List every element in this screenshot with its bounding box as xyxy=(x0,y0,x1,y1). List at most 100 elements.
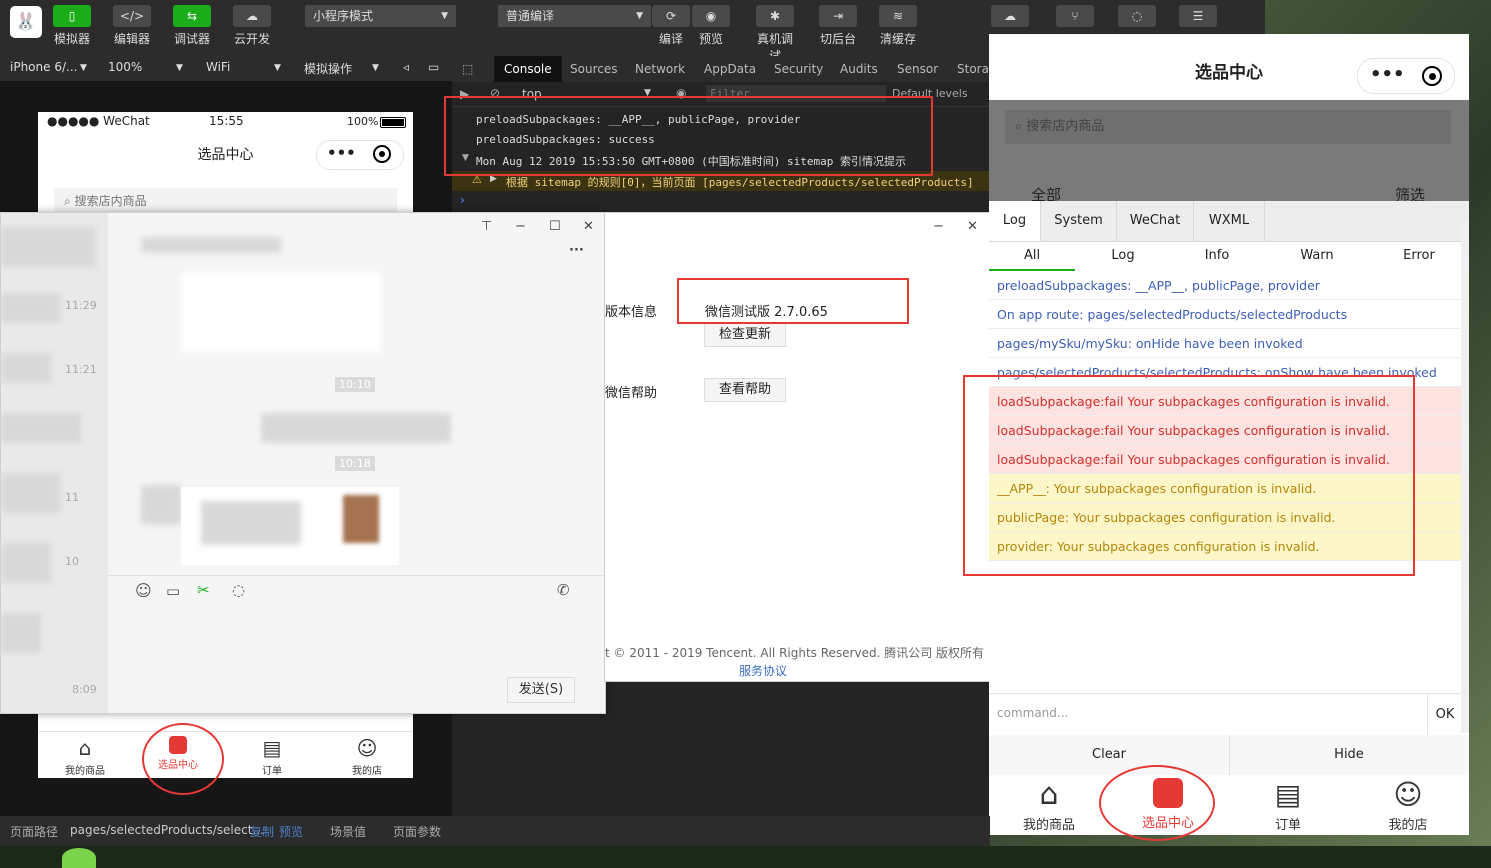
close-circle-icon[interactable] xyxy=(1422,66,1442,86)
scissors-icon[interactable]: ✂ xyxy=(197,581,210,599)
capsule-menu[interactable]: ••• xyxy=(1357,58,1455,94)
tab-sensor[interactable]: Sensor xyxy=(897,62,938,76)
folder-icon[interactable]: ▭ xyxy=(166,582,180,600)
check-update-button[interactable]: 检查更新 xyxy=(704,323,786,347)
upload-button[interactable]: ☁ xyxy=(990,5,1030,30)
chevron-down-icon: ▼ xyxy=(372,63,379,73)
cloud-button[interactable]: ☁ 云开发 xyxy=(232,5,272,47)
clipboard-icon: ▤ xyxy=(1274,778,1302,811)
tab-orders[interactable]: ▤ 订单 xyxy=(243,736,301,777)
device-select[interactable]: iPhone 6/... xyxy=(10,60,77,74)
highlight-ellipse-left xyxy=(142,723,224,795)
log-row: pages/mySku/mySku: onHide have been invo… xyxy=(989,329,1461,358)
tab-my-store[interactable]: ☺ 我的店 xyxy=(338,736,396,777)
clear-cache-button[interactable]: ≋ 清缓存 xyxy=(878,5,918,47)
simulator-button[interactable]: ▯ 模拟器 xyxy=(52,5,92,47)
compile-select[interactable]: 普通编译 ▼ xyxy=(498,5,651,27)
tab-security[interactable]: Security xyxy=(774,62,823,76)
version-button[interactable]: ⑂ xyxy=(1055,5,1095,30)
tab-wechat[interactable]: WeChat xyxy=(1117,201,1194,241)
preview-link[interactable]: 预览 xyxy=(279,823,303,840)
close-circle-icon[interactable] xyxy=(373,145,391,163)
code-icon: </> xyxy=(113,5,151,27)
inspect-icon[interactable]: ⬚ xyxy=(462,62,473,76)
tab-orders[interactable]: ▤ 订单 xyxy=(1254,778,1322,833)
mode-select[interactable]: 小程序模式 ▼ xyxy=(305,5,456,27)
editor-button[interactable]: </> 编辑器 xyxy=(112,5,152,47)
tab-console[interactable]: Console xyxy=(494,56,562,82)
phone-icon: ▯ xyxy=(53,5,91,27)
preview-button[interactable]: ◉ 预览 xyxy=(691,5,731,47)
more-icon[interactable]: ••• xyxy=(327,144,356,162)
copy-link[interactable]: 复制 xyxy=(250,823,274,840)
home-icon: ⌂ xyxy=(1039,777,1059,812)
scene-value[interactable]: 场景值 xyxy=(330,823,366,840)
details-button[interactable]: ☰ xyxy=(1178,5,1218,30)
subtab-info[interactable]: Info xyxy=(1179,241,1255,271)
tab-network[interactable]: Network xyxy=(635,62,685,76)
subtab-error[interactable]: Error xyxy=(1381,241,1457,271)
search-input[interactable]: ⌕ 搜索店内商品 xyxy=(1005,110,1451,144)
command-input[interactable]: command... xyxy=(997,706,1068,720)
search-icon: ⌕ xyxy=(64,194,71,208)
more-icon[interactable]: ··· xyxy=(569,243,584,258)
chat-message xyxy=(181,487,399,565)
vconsole-toolbar: Clear Hide xyxy=(989,735,1469,776)
eye-icon: ◉ xyxy=(692,5,730,27)
bug-icon: ✱ xyxy=(756,5,794,27)
minimize-icon[interactable]: − xyxy=(515,219,526,234)
send-button[interactable]: 发送(S) xyxy=(507,677,575,703)
chat-bubble-icon[interactable]: ◌ xyxy=(232,581,245,599)
clear-button[interactable]: Clear xyxy=(989,735,1230,775)
maximize-icon[interactable]: ☐ xyxy=(549,219,561,234)
tab-log[interactable]: Log xyxy=(989,201,1041,241)
search-input[interactable]: ⌕ 搜索店内商品 xyxy=(54,188,397,214)
chevron-down-icon: ▼ xyxy=(274,63,281,73)
hide-button[interactable]: Hide xyxy=(1229,735,1469,775)
close-icon[interactable]: ✕ xyxy=(583,219,594,234)
scrollbar[interactable] xyxy=(1461,221,1469,733)
compile-button[interactable]: ⟳ 编译 xyxy=(651,5,691,47)
face-icon: ☺ xyxy=(1393,778,1423,811)
network-select[interactable]: WiFi xyxy=(206,60,230,74)
zoom-select[interactable]: 100% xyxy=(108,60,142,74)
page-params[interactable]: 页面参数 xyxy=(393,823,441,840)
debugger-button[interactable]: ⇆ 调试器 xyxy=(172,5,212,47)
phone-call-icon[interactable]: ✆ xyxy=(557,581,570,599)
ok-button[interactable]: OK xyxy=(1427,694,1462,736)
operation-select[interactable]: 模拟操作 xyxy=(304,60,352,77)
agreement-link[interactable]: 服务协议 xyxy=(739,662,787,679)
highlight-box-errors xyxy=(963,375,1415,576)
view-help-button[interactable]: 查看帮助 xyxy=(704,378,786,402)
upload-icon: ☁ xyxy=(991,5,1029,27)
pin-icon[interactable]: ⊤ xyxy=(481,219,492,234)
layers-icon: ≋ xyxy=(879,5,917,27)
community-button[interactable]: ◌ xyxy=(1117,5,1157,30)
copyright: t © 2011 - 2019 Tencent. All Rights Rese… xyxy=(605,646,985,660)
command-bar: command... OK xyxy=(989,693,1461,737)
tab-my-store[interactable]: ☺ 我的店 xyxy=(1374,778,1442,833)
tab-bar: ⌂ 我的商品 选品中心 ▤ 订单 ☺ 我的店 xyxy=(38,731,413,779)
subtab-warn[interactable]: Warn xyxy=(1279,241,1355,271)
tab-appdata[interactable]: AppData xyxy=(704,62,756,76)
window-icon[interactable]: ▭ xyxy=(428,60,439,74)
more-icon[interactable]: ••• xyxy=(1370,64,1405,85)
tab-my-products[interactable]: ⌂ 我的商品 xyxy=(1015,777,1083,834)
capsule-menu[interactable]: ••• xyxy=(316,140,404,170)
subtab-all[interactable]: All xyxy=(989,241,1075,271)
tab-sources[interactable]: Sources xyxy=(570,62,617,76)
emoji-icon[interactable]: ☺ xyxy=(135,581,152,600)
minimize-icon[interactable]: − xyxy=(933,219,944,234)
refresh-icon: ⟳ xyxy=(652,5,690,27)
subtab-log[interactable]: Log xyxy=(1085,241,1161,271)
background-button[interactable]: ⇥ 切后台 xyxy=(818,5,858,47)
tab-audits[interactable]: Audits xyxy=(840,62,878,76)
volume-icon[interactable]: ◃ xyxy=(403,60,409,74)
tab-wxml[interactable]: WXML xyxy=(1194,201,1265,241)
tab-my-products[interactable]: ⌂ 我的商品 xyxy=(56,736,114,777)
close-icon[interactable]: ✕ xyxy=(967,219,978,234)
tab-system[interactable]: System xyxy=(1041,201,1117,241)
wechat-taskbar-icon[interactable] xyxy=(62,848,96,868)
taskbar xyxy=(0,846,1491,868)
prompt-icon[interactable]: › xyxy=(460,193,465,207)
